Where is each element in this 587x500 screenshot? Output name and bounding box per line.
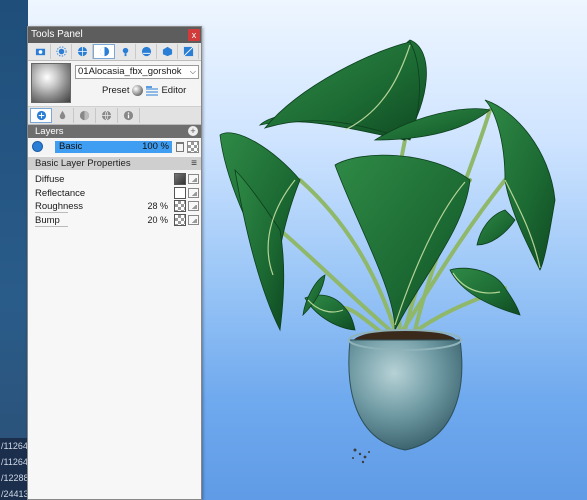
- prop-label: Diffuse: [35, 174, 65, 185]
- image-icon[interactable]: [188, 214, 199, 225]
- tab-scene[interactable]: [136, 44, 157, 59]
- panel-titlebar[interactable]: Tools Panel x: [28, 27, 201, 43]
- prop-row-bump: Bump 20 %: [28, 213, 201, 227]
- preset-sphere-icon[interactable]: [132, 85, 144, 96]
- tab-material[interactable]: [93, 44, 115, 59]
- prop-label: Reflectance: [35, 187, 86, 199]
- material-name: 01Alocasia_fbx_gorshok: [78, 66, 182, 77]
- texture-icon: [183, 46, 193, 57]
- camera-icon: [35, 48, 45, 56]
- layers-icon: [36, 110, 46, 121]
- tab-info[interactable]: [118, 108, 140, 123]
- roughness-swatch[interactable]: [174, 200, 186, 212]
- sub-tab-row: [28, 107, 201, 125]
- layer-item[interactable]: Basic 100 %: [28, 139, 201, 155]
- layers-header: Layers +: [28, 125, 201, 138]
- tab-paint[interactable]: [52, 108, 74, 123]
- sun-icon: [55, 46, 67, 57]
- tab-light[interactable]: [115, 44, 136, 59]
- prop-row-reflectance: Reflectance: [28, 186, 201, 200]
- material-icon: [99, 46, 109, 57]
- image-icon[interactable]: [188, 187, 199, 198]
- world-icon: [101, 110, 112, 121]
- memory-label: /11264 MB: [0, 438, 28, 454]
- memory-label: /24413 MB: [0, 486, 28, 500]
- basic-properties-title: Basic Layer Properties: [35, 158, 131, 169]
- editor-label[interactable]: Editor: [161, 85, 186, 96]
- material-header: 01Alocasia_fbx_gorshok ⌵ Preset Editor: [28, 61, 201, 107]
- info-icon: [123, 110, 134, 121]
- plant-render: [219, 39, 556, 464]
- cube-icon: [162, 46, 172, 57]
- prop-row-roughness: Roughness 28 %: [28, 200, 201, 213]
- image-icon[interactable]: [188, 201, 199, 211]
- properties-list: Diffuse Reflectance Roughness 28 % Bump …: [28, 170, 201, 227]
- material-preview[interactable]: [31, 63, 71, 103]
- bump-swatch[interactable]: [174, 213, 186, 226]
- image-icon[interactable]: [188, 174, 199, 184]
- add-layer-button[interactable]: +: [188, 126, 198, 136]
- layer-visibility-icon[interactable]: [32, 141, 43, 152]
- panel-title: Tools Panel: [31, 29, 83, 40]
- tools-panel: Tools Panel x 01Alocasia_fbx_gorshok ⌵ P…: [27, 26, 202, 500]
- layer-name: Basic: [59, 141, 83, 152]
- editor-icon[interactable]: [146, 85, 159, 96]
- diffuse-swatch[interactable]: [174, 173, 186, 185]
- close-button[interactable]: x: [188, 29, 200, 41]
- layer-mask-icon[interactable]: [187, 141, 199, 153]
- material-select[interactable]: 01Alocasia_fbx_gorshok ⌵: [75, 65, 199, 79]
- prop-value[interactable]: 20 %: [147, 214, 168, 227]
- light-bulb-icon: [122, 47, 128, 57]
- reflectance-swatch[interactable]: [174, 186, 186, 199]
- menu-icon[interactable]: ≡: [191, 157, 197, 170]
- layer-bar[interactable]: Basic 100 %: [55, 141, 172, 153]
- prop-row-diffuse: Diffuse: [28, 173, 201, 186]
- scene-icon: [141, 46, 151, 57]
- tab-world[interactable]: [96, 108, 118, 123]
- memory-label: /12288 MB: [0, 470, 28, 486]
- globe-icon: [77, 46, 87, 57]
- tab-texture[interactable]: [178, 44, 199, 59]
- chevron-down-icon: ⌵: [189, 67, 196, 76]
- top-tab-row: [28, 43, 201, 61]
- background-viewport-strip: /11264 MB /11264 MB /12288 MB /24413 MB: [0, 0, 28, 500]
- preset-editor-row: Preset Editor: [102, 85, 186, 96]
- paint-icon: [59, 110, 66, 120]
- tab-sphere[interactable]: [74, 108, 96, 123]
- prop-value[interactable]: 28 %: [147, 200, 168, 213]
- layers-title: Layers: [35, 126, 64, 137]
- basic-properties-header: Basic Layer Properties ≡: [28, 157, 201, 170]
- tab-cube[interactable]: [157, 44, 178, 59]
- layer-opacity: 100 %: [142, 141, 169, 152]
- trash-icon[interactable]: [176, 142, 184, 152]
- tab-sun[interactable]: [51, 44, 72, 59]
- sphere-icon: [79, 110, 90, 121]
- slider-track[interactable]: [35, 225, 68, 227]
- tab-globe[interactable]: [72, 44, 93, 59]
- tab-layers[interactable]: [30, 108, 52, 123]
- memory-label: /11264 MB: [0, 454, 28, 470]
- tab-camera[interactable]: [30, 44, 51, 59]
- preset-label[interactable]: Preset: [102, 85, 129, 96]
